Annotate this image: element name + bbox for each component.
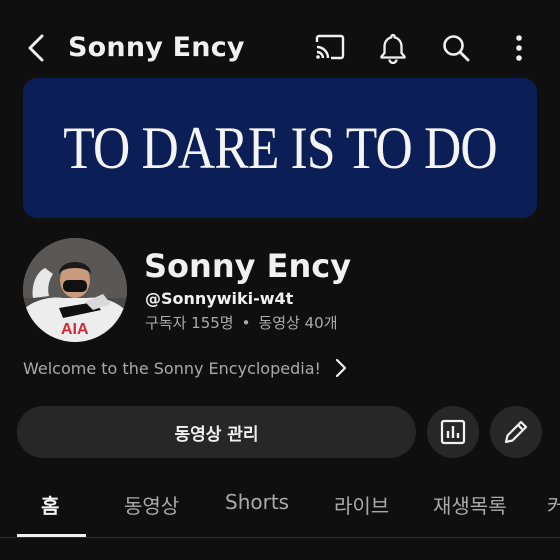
edit-pencil-icon [504, 420, 528, 444]
description-text: Welcome to the Sonny Encyclopedia! [23, 358, 321, 378]
manage-videos-button[interactable]: 동영상 관리 [17, 406, 416, 458]
notifications-button[interactable] [371, 26, 415, 70]
banner-text: TO DARE IS TO DO [63, 114, 497, 181]
notifications-bell-icon [380, 33, 406, 64]
tab-live[interactable]: 라이브 [334, 490, 389, 519]
page-title: Sonny Ency [68, 32, 245, 63]
back-arrow-icon [28, 34, 44, 62]
search-icon [443, 35, 470, 62]
avatar-photo: AIA [23, 238, 127, 342]
channel-banner: TO DARE IS TO DO [23, 78, 537, 218]
analytics-icon [440, 419, 466, 445]
back-button[interactable] [18, 28, 54, 68]
analytics-button[interactable] [427, 406, 479, 458]
subscriber-count: 구독자 155명 [145, 314, 234, 332]
cast-button[interactable] [308, 26, 352, 70]
edit-channel-button[interactable] [490, 406, 542, 458]
avatar-shirt-text: AIA [61, 321, 89, 338]
tab-community[interactable]: 커 [547, 490, 560, 519]
channel-description[interactable]: Welcome to the Sonny Encyclopedia! [23, 354, 347, 382]
search-button[interactable] [434, 26, 478, 70]
video-count: 동영상 40개 [258, 314, 338, 332]
channel-avatar[interactable]: AIA [23, 238, 127, 342]
stats-separator: • [241, 313, 251, 332]
tab-videos[interactable]: 동영상 [124, 490, 179, 519]
channel-stats: 구독자 155명 • 동영상 40개 [145, 312, 338, 333]
tab-shorts[interactable]: Shorts [225, 490, 289, 514]
more-vertical-icon [516, 35, 522, 61]
cast-icon [315, 34, 345, 60]
chevron-right-icon [335, 358, 347, 378]
tab-playlists[interactable]: 재생목록 [433, 490, 507, 519]
tabs-divider [0, 537, 560, 538]
channel-handle: @Sonnywiki-w4t [145, 289, 294, 308]
channel-tabs: 홈 동영상 Shorts 라이브 재생목록 커 [0, 472, 560, 536]
tab-home[interactable]: 홈 [41, 490, 59, 519]
more-options-button[interactable] [497, 26, 541, 70]
channel-name: Sonny Ency [144, 247, 352, 285]
